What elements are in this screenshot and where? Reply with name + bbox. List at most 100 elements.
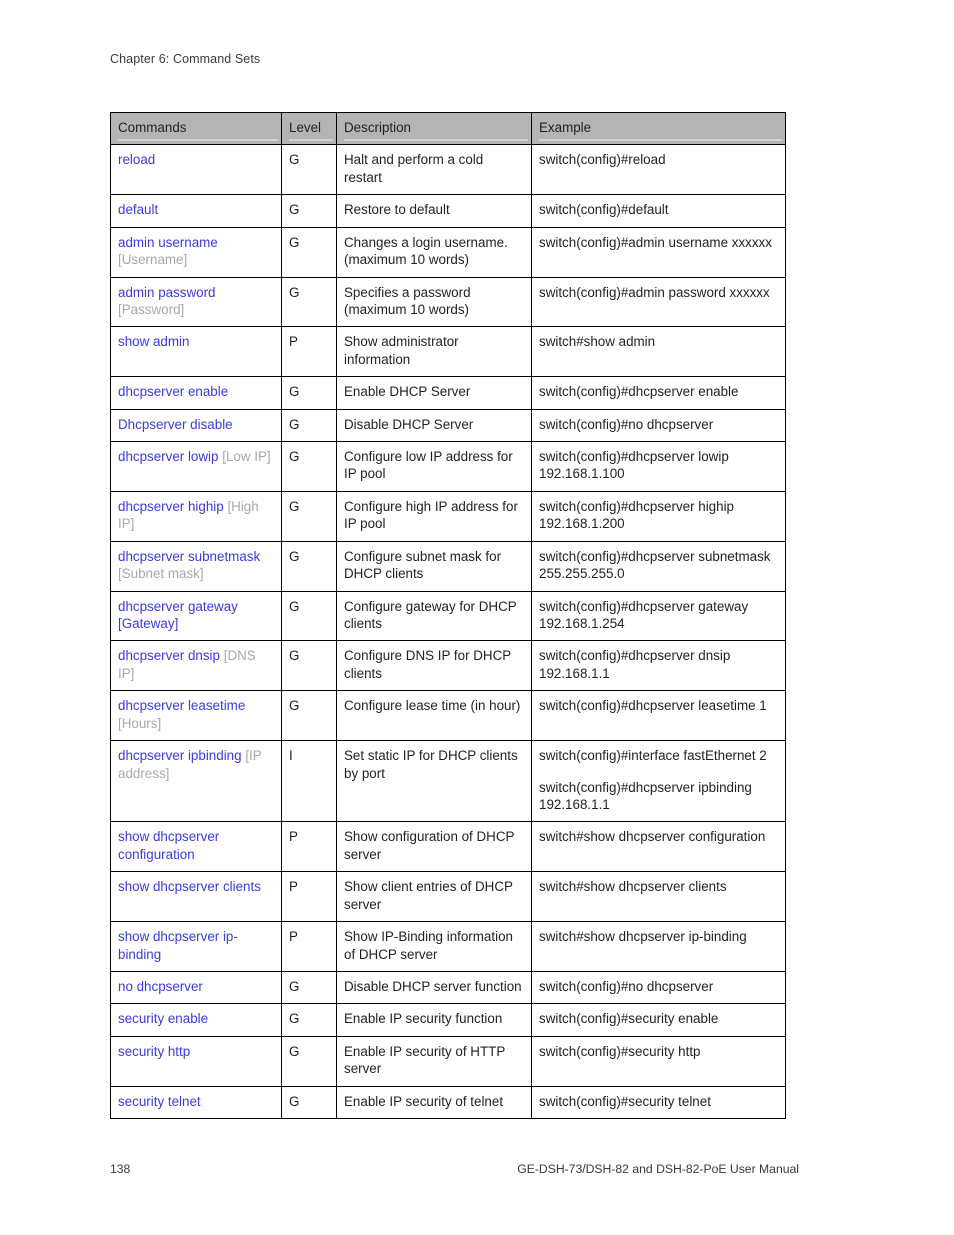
- footer-manual-title: GE-DSH-73/DSH-82 and DSH-82-PoE User Man…: [517, 1162, 799, 1176]
- description-cell: Show configuration of DHCP server: [336, 821, 532, 873]
- command-link[interactable]: show dhcpserver clients: [118, 879, 261, 894]
- example-cell: switch(config)#dhcpserver subnetmask 255…: [531, 540, 786, 592]
- command-link[interactable]: security http: [118, 1044, 190, 1059]
- description-cell: Enable IP security of telnet: [336, 1085, 532, 1120]
- description-cell: Disable DHCP Server: [336, 408, 532, 443]
- command-link[interactable]: show dhcpserver configuration: [118, 829, 219, 861]
- description-cell: Configure low IP address for IP pool: [336, 441, 532, 492]
- table-row: dhcpserver subnetmask [Subnet mask] G Confi…: [110, 540, 786, 592]
- chapter-running-head: Chapter 6: Command Sets: [110, 52, 261, 66]
- table-row: no dhcpserver G Disable DHCP server functi…: [110, 970, 786, 1005]
- command-link[interactable]: security enable: [118, 1011, 208, 1026]
- document-page: Chapter 6: Command Sets Commands Level D…: [0, 0, 954, 1235]
- table-row: default G Restore to default switch(config)…: [110, 194, 786, 228]
- example-cell: switch(config)#admin username xxxxxx: [531, 226, 786, 278]
- description-cell: Show IP-Binding information of DHCP serv…: [336, 921, 532, 972]
- level-cell: G: [281, 276, 337, 328]
- level-cell: G: [281, 1035, 337, 1087]
- command-link[interactable]: admin username: [118, 235, 218, 250]
- command-sets-table: Commands Level Description Example reloa…: [110, 111, 786, 1120]
- example-cell: switch#show dhcpserver ip-binding: [531, 921, 786, 972]
- level-cell: G: [281, 970, 337, 1005]
- command-link[interactable]: security telnet: [118, 1094, 201, 1109]
- table-row: dhcpserver highip [High IP] G Configure hi…: [110, 490, 786, 542]
- example-cell: switch(config)#dhcpserver gateway 192.16…: [531, 590, 786, 642]
- command-cell: dhcpserver gateway [Gateway]: [110, 590, 282, 642]
- command-cell: default: [110, 194, 282, 228]
- command-cell: dhcpserver ipbinding [IP address]: [110, 740, 282, 823]
- command-cell: security enable: [110, 1003, 282, 1037]
- table-header: Commands Level Description Example: [110, 111, 786, 146]
- command-cell: reload: [110, 144, 282, 196]
- table-row: reload G Halt and perform a cold restart sw…: [110, 144, 786, 196]
- example-cell: switch(config)#dhcpserver highip 192.168…: [531, 490, 786, 542]
- example-line: switch(config)#dhcpserver ipbinding 192.…: [539, 779, 752, 812]
- column-header-level: Level: [281, 111, 337, 146]
- level-cell: P: [281, 921, 337, 972]
- command-link[interactable]: show dhcpserver ip-binding: [118, 929, 238, 961]
- description-cell: Halt and perform a cold restart: [336, 144, 532, 196]
- description-cell: Enable IP security of HTTP server: [336, 1035, 532, 1087]
- example-line: switch(config)#dhcpserver gateway 192.16…: [539, 598, 749, 632]
- level-cell: G: [281, 640, 337, 692]
- command-link[interactable]: dhcpserver dnsip: [118, 648, 220, 663]
- description-cell: Configure DNS IP for DHCP clients: [336, 640, 532, 692]
- example-cell: switch(config)#interface fastEthernet 2 s…: [531, 740, 786, 823]
- level-cell: P: [281, 821, 337, 873]
- example-cell: switch#show dhcpserver clients: [531, 871, 786, 923]
- example-cell: switch(config)#reload: [531, 144, 786, 196]
- description-cell: Disable DHCP server function: [336, 970, 532, 1005]
- command-link[interactable]: dhcpserver highip: [118, 499, 224, 514]
- command-cell: admin username [Username]: [110, 226, 282, 278]
- command-link[interactable]: dhcpserver ipbinding: [118, 748, 242, 763]
- command-link[interactable]: dhcpserver leasetime: [118, 698, 245, 713]
- example-cell: switch(config)#admin password xxxxxx: [531, 276, 786, 328]
- command-cell: admin password [Password]: [110, 276, 282, 328]
- example-line: switch(config)#reload: [539, 152, 666, 168]
- command-link[interactable]: dhcpserver gateway: [118, 599, 238, 614]
- example-cell: switch#show dhcpserver configuration: [531, 821, 786, 873]
- example-cell: switch(config)#dhcpserver leasetime 1: [531, 690, 786, 742]
- description-cell: Configure lease time (in hour): [336, 690, 532, 742]
- level-cell: G: [281, 690, 337, 742]
- example-line: switch(config)#admin password xxxxxx: [539, 284, 770, 300]
- command-link[interactable]: reload: [118, 152, 155, 167]
- command-cell: security http: [110, 1035, 282, 1087]
- description-cell: Configure gateway for DHCP clients: [336, 590, 532, 642]
- table-row: show dhcpserver ip-binding P Show IP-Bindi…: [110, 921, 786, 972]
- example-line: switch(config)#security telnet: [539, 1093, 711, 1109]
- column-header-commands: Commands: [110, 111, 282, 146]
- description-cell: Enable DHCP Server: [336, 376, 532, 410]
- example-cell: switch(config)#dhcpserver dnsip 192.168.…: [531, 640, 786, 692]
- table-row: admin username [Username] G Changes a login…: [110, 226, 786, 278]
- example-line: switch(config)#admin username xxxxxx: [539, 234, 772, 250]
- example-cell: switch(config)#no dhcpserver: [531, 408, 786, 443]
- example-line: switch(config)#security enable: [539, 1011, 719, 1027]
- table-row: dhcpserver leasetime [Hours] G Configure le…: [110, 690, 786, 742]
- description-cell: Configure subnet mask for DHCP clients: [336, 540, 532, 592]
- command-link[interactable]: admin password: [118, 285, 216, 300]
- table-header-row: Commands Level Description Example: [110, 111, 786, 146]
- command-link[interactable]: dhcpserver enable: [118, 384, 228, 399]
- command-link[interactable]: default: [118, 202, 158, 217]
- table-row: admin password [Password] G Specifies a pas…: [110, 276, 786, 328]
- command-link[interactable]: show admin: [118, 334, 189, 349]
- description-cell: Enable IP security function: [336, 1003, 532, 1037]
- command-parameter: [Subnet mask]: [118, 566, 204, 582]
- table-row: dhcpserver ipbinding [IP address] I Set st…: [110, 740, 786, 823]
- command-cell: dhcpserver lowip [Low IP]: [110, 441, 282, 492]
- level-cell: P: [281, 326, 337, 378]
- example-line: switch(config)#dhcpserver dnsip 192.168.…: [539, 648, 731, 681]
- command-link[interactable]: dhcpserver lowip: [118, 449, 218, 464]
- command-link[interactable]: dhcpserver subnetmask: [118, 549, 260, 564]
- level-cell: I: [281, 740, 337, 823]
- table-row: dhcpserver gateway [Gateway] G Configure ga…: [110, 590, 786, 642]
- example-cell: switch(config)#security telnet: [531, 1085, 786, 1120]
- command-cell: show admin: [110, 326, 282, 378]
- column-header-description: Description: [336, 111, 532, 146]
- command-cell: dhcpserver highip [High IP]: [110, 490, 282, 542]
- command-cell: dhcpserver enable: [110, 376, 282, 410]
- command-link[interactable]: Dhcpserver disable: [118, 417, 233, 432]
- command-link[interactable]: no dhcpserver: [118, 979, 203, 994]
- example-cell: switch(config)#dhcpserver enable: [531, 376, 786, 410]
